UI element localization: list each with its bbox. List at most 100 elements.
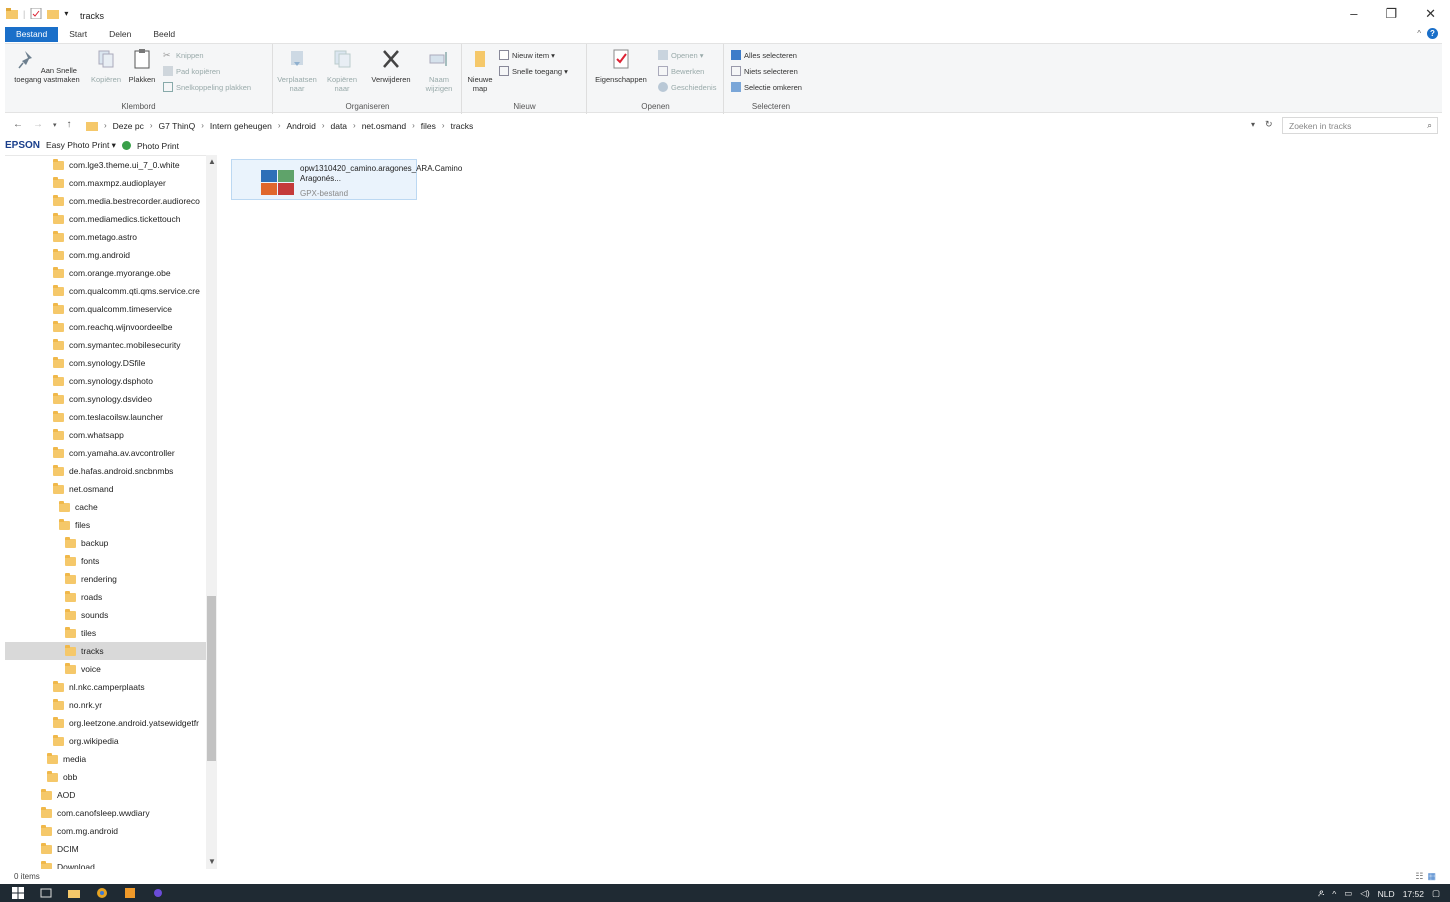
file-explorer-icon[interactable] [68, 887, 80, 899]
photo-print-link[interactable]: Photo Print [137, 141, 179, 151]
file-tile[interactable]: opw1310420_camino.aragones_ARA.Camino Ar… [231, 159, 462, 200]
tree-item[interactable]: com.synology.dsvideo [5, 390, 206, 408]
rename-button[interactable]: Naam wijzigen [420, 48, 458, 93]
tree-item[interactable]: AOD [5, 786, 206, 804]
scroll-up-icon[interactable]: ▲ [208, 157, 216, 166]
tree-item[interactable]: org.leetzone.android.yatsewidgetfr [5, 714, 206, 732]
windows-start-icon[interactable] [12, 887, 24, 899]
tree-item[interactable]: com.mg.android [5, 246, 206, 264]
close-button[interactable]: ✕ [1425, 6, 1436, 22]
copy-button[interactable]: Kopiëren [89, 48, 123, 84]
customize-qat-icon[interactable]: ▾ [64, 9, 68, 18]
chrome-icon[interactable] [96, 887, 108, 899]
language-indicator[interactable]: NLD [1378, 889, 1395, 899]
address-dropdown-icon[interactable]: ▾ [1251, 120, 1255, 129]
tree-item[interactable]: tiles [5, 624, 206, 642]
tree-item[interactable]: com.qualcomm.qti.qms.service.cre [5, 282, 206, 300]
tree-item[interactable]: com.teslacoilsw.launcher [5, 408, 206, 426]
crumb-android[interactable]: Android [287, 121, 316, 131]
copy-path-button[interactable]: Pad kopiëren [163, 66, 220, 76]
scroll-thumb[interactable] [207, 596, 216, 761]
restore-button[interactable]: ❐ [1385, 6, 1397, 22]
minimize-button[interactable]: – [1350, 6, 1357, 22]
collapse-ribbon-icon[interactable]: ^ [1417, 29, 1421, 38]
tree-item[interactable]: de.hafas.android.sncbnmbs [5, 462, 206, 480]
crumb-g7-thinq[interactable]: G7 ThinQ [159, 121, 196, 131]
back-arrow-icon[interactable]: ← [13, 119, 23, 130]
tree-item[interactable]: cache [5, 498, 206, 516]
tree-item[interactable]: com.synology.dsphoto [5, 372, 206, 390]
tiles-view-icon[interactable]: ▦ [1427, 871, 1436, 882]
tree-item[interactable]: no.nrk.yr [5, 696, 206, 714]
tree-item[interactable]: com.whatsapp [5, 426, 206, 444]
tab-start[interactable]: Start [58, 27, 98, 42]
properties-icon[interactable] [30, 8, 42, 19]
tree-item[interactable]: com.media.bestrecorder.audioreco [5, 192, 206, 210]
properties-button[interactable]: Eigenschappen [590, 48, 652, 84]
crumb-files[interactable]: files [421, 121, 436, 131]
crumb-tracks[interactable]: tracks [451, 121, 474, 131]
tab-bestand[interactable]: Bestand [5, 27, 59, 42]
history-button[interactable]: Geschiedenis [658, 82, 716, 92]
tree-item[interactable]: voice [5, 660, 206, 678]
crumb-net-osmand[interactable]: net.osmand [362, 121, 406, 131]
new-folder-icon[interactable] [47, 8, 60, 19]
tree-item[interactable]: com.synology.DSfile [5, 354, 206, 372]
tree-item[interactable]: org.wikipedia [5, 732, 206, 750]
up-arrow-icon[interactable]: ↑ [67, 119, 72, 130]
forward-arrow-icon[interactable]: → [33, 119, 43, 130]
easy-access-button[interactable]: Snelle toegang ▾ [499, 66, 568, 76]
edit-button[interactable]: Bewerken [658, 66, 704, 76]
new-folder-button[interactable]: Nieuwe map [465, 48, 495, 93]
tree-item[interactable]: com.reachq.wijnvoordeelbe [5, 318, 206, 336]
pin-quick-access-button[interactable]: Aan Snelle toegang vastmaken [9, 48, 85, 84]
paste-shortcut-button[interactable]: Snelkoppeling plakken [163, 82, 251, 92]
clock[interactable]: 17:52 [1403, 889, 1424, 899]
tree-item[interactable]: com.canofsleep.wwdiary [5, 804, 206, 822]
select-all-button[interactable]: Alles selecteren [731, 50, 797, 60]
details-view-icon[interactable]: ☷ [1415, 871, 1423, 882]
tree-item[interactable]: nl.nkc.camperplaats [5, 678, 206, 696]
copy-to-button[interactable]: Kopiëren naar [322, 48, 362, 93]
app-icon[interactable] [152, 887, 164, 899]
volume-icon[interactable]: ◁) [1360, 888, 1369, 899]
tree-item[interactable]: media [5, 750, 206, 768]
notifications-icon[interactable]: ▢ [1432, 888, 1440, 899]
task-view-icon[interactable] [40, 887, 52, 899]
cut-button[interactable]: ✂ Knippen [163, 50, 204, 60]
easy-photo-print-menu[interactable]: Easy Photo Print ▾ [46, 140, 116, 151]
tree-item[interactable]: com.mg.android [5, 822, 206, 840]
new-item-button[interactable]: Nieuw item ▾ [499, 50, 555, 60]
network-icon[interactable]: ▭ [1344, 888, 1352, 899]
help-icon[interactable]: ? [1427, 28, 1438, 39]
tree-item[interactable]: com.yamaha.av.avcontroller [5, 444, 206, 462]
scroll-down-icon[interactable]: ▼ [208, 857, 216, 866]
navigation-scrollbar[interactable]: ▲ ▼ [206, 155, 217, 869]
delete-button[interactable]: Verwijderen [366, 48, 416, 84]
tree-item[interactable]: roads [5, 588, 206, 606]
tree-item[interactable]: Download [5, 858, 206, 869]
tree-item[interactable]: com.mediamedics.tickettouch [5, 210, 206, 228]
tree-item[interactable]: backup [5, 534, 206, 552]
show-hidden-icons[interactable]: ^ [1332, 889, 1336, 899]
refresh-icon[interactable]: ↻ [1265, 119, 1273, 130]
open-button[interactable]: Openen ▾ [658, 50, 704, 60]
select-none-button[interactable]: Niets selecteren [731, 66, 798, 76]
breadcrumb[interactable]: › Deze pc › G7 ThinQ › Intern geheugen ›… [85, 117, 1280, 134]
search-input[interactable]: Zoeken in tracks ⌕ [1282, 117, 1438, 134]
crumb-data[interactable]: data [330, 121, 347, 131]
tree-item[interactable]: rendering [5, 570, 206, 588]
move-to-button[interactable]: Verplaatsen naar [276, 48, 318, 93]
tree-item[interactable]: DCIM [5, 840, 206, 858]
tab-beeld[interactable]: Beeld [142, 27, 186, 42]
recent-dropdown-icon[interactable]: ▾ [53, 121, 57, 130]
people-icon[interactable]: ዶ [1318, 888, 1324, 899]
tree-item[interactable]: tracks [5, 642, 206, 660]
tree-item[interactable]: sounds [5, 606, 206, 624]
tree-item[interactable]: obb [5, 768, 206, 786]
tree-item[interactable]: com.lge3.theme.ui_7_0.white [5, 156, 206, 174]
tree-item[interactable]: com.qualcomm.timeservice [5, 300, 206, 318]
tree-item[interactable]: com.symantec.mobilesecurity [5, 336, 206, 354]
tab-delen[interactable]: Delen [98, 27, 142, 42]
tree-item[interactable]: com.maxmpz.audioplayer [5, 174, 206, 192]
